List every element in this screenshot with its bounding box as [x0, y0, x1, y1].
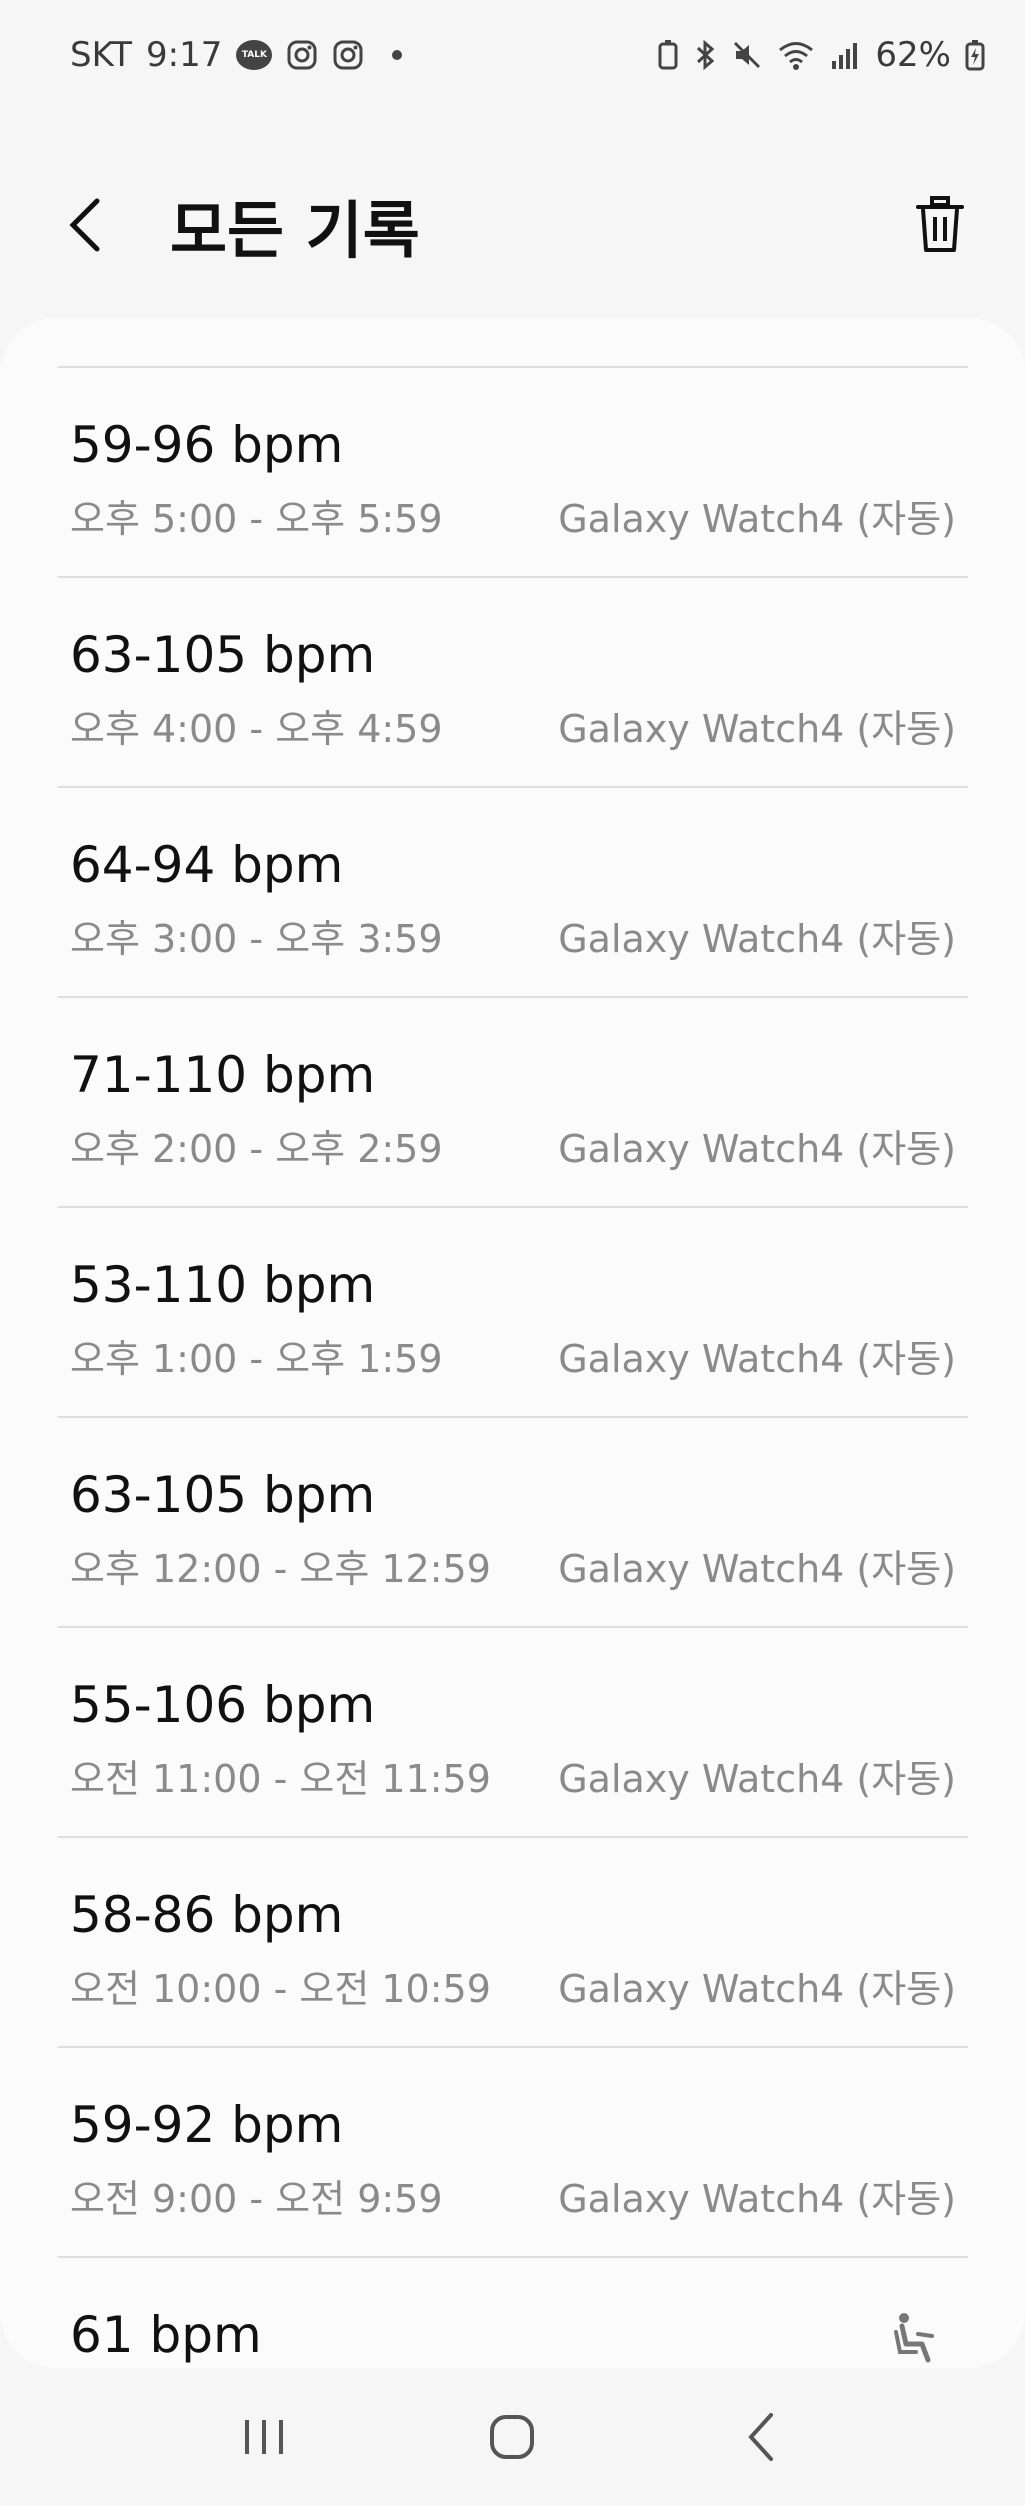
mute-icon — [731, 39, 763, 71]
record-bpm: 63-105 bpm — [70, 626, 376, 684]
seated-person-icon — [892, 2312, 940, 2368]
record-item[interactable]: 55-106 bpm 오전 11:00 - 오전 11:59 Galaxy Wa… — [58, 1628, 968, 1838]
record-bpm: 63-105 bpm — [70, 1466, 376, 1524]
back-arrow-icon — [69, 198, 100, 252]
record-device: Galaxy Watch4 (자동) — [558, 1547, 956, 1591]
bluetooth-icon — [693, 39, 717, 71]
notification-dot-icon — [392, 50, 403, 60]
record-time: 오후 5:00 - 오후 5:59 — [70, 497, 443, 541]
battery-charging-icon — [965, 39, 985, 71]
record-device: Galaxy Watch4 (자동) — [558, 1337, 956, 1381]
battery-percent: 62% — [875, 35, 951, 75]
record-item[interactable]: 61 bpm — [58, 2258, 968, 2368]
clock: 9:17 — [146, 35, 223, 75]
record-device: Galaxy Watch4 (자동) — [558, 1757, 956, 1801]
instagram-icon — [286, 39, 318, 71]
record-time: 오후 3:00 - 오후 3:59 — [70, 917, 443, 961]
record-bpm: 53-110 bpm — [70, 1256, 376, 1314]
signal-icon — [829, 39, 861, 71]
record-bpm: 58-86 bpm — [70, 1886, 344, 1944]
battery-saver-icon — [657, 39, 679, 71]
record-device: Galaxy Watch4 (자동) — [558, 917, 956, 961]
kakaotalk-icon: TALK — [236, 40, 273, 70]
nav-back-icon — [748, 2413, 773, 2461]
record-item[interactable]: 53-110 bpm 오후 1:00 - 오후 1:59 Galaxy Watc… — [58, 1208, 968, 1418]
record-device: Galaxy Watch4 (자동) — [558, 707, 956, 751]
record-device: Galaxy Watch4 (자동) — [558, 1967, 956, 2011]
status-bar: SKT 9:17 TALK 62% — [0, 0, 1025, 110]
talk-text: TALK — [236, 40, 273, 70]
status-left: SKT 9:17 TALK — [70, 35, 403, 75]
record-time: 오전 10:00 - 오전 10:59 — [70, 1967, 491, 2011]
record-time: 오후 1:00 - 오후 1:59 — [70, 1337, 443, 1381]
record-device: Galaxy Watch4 (자동) — [558, 2177, 956, 2221]
navigation-bar — [0, 2368, 1025, 2506]
records-card[interactable]: 59-96 bpm 오후 5:00 - 오후 5:59 Galaxy Watch… — [0, 318, 1025, 2368]
wifi-icon — [777, 39, 815, 71]
record-bpm: 55-106 bpm — [70, 1676, 376, 1734]
record-item[interactable]: 58-86 bpm 오전 10:00 - 오전 10:59 Galaxy Wat… — [58, 1838, 968, 2048]
record-time: 오후 2:00 - 오후 2:59 — [70, 1127, 443, 1171]
record-time: 오전 9:00 - 오전 9:59 — [70, 2177, 443, 2221]
record-bpm: 59-96 bpm — [70, 416, 344, 474]
record-time: 오후 12:00 - 오후 12:59 — [70, 1547, 491, 1591]
instagram-icon — [332, 39, 364, 71]
delete-button[interactable] — [895, 180, 985, 270]
status-right: 62% — [657, 35, 985, 75]
recent-apps-icon — [245, 2420, 284, 2454]
record-time: 오후 4:00 - 오후 4:59 — [70, 707, 443, 751]
home-icon — [490, 2415, 535, 2459]
home-button[interactable] — [462, 2387, 562, 2487]
page-title: 모든 기록 — [170, 194, 420, 267]
app-header: 모든 기록 — [0, 150, 1025, 300]
recent-apps-button[interactable] — [214, 2387, 314, 2487]
record-item[interactable]: 71-110 bpm 오후 2:00 - 오후 2:59 Galaxy Watc… — [58, 998, 968, 1208]
record-bpm: 59-92 bpm — [70, 2096, 344, 2154]
carrier-label: SKT — [70, 35, 133, 75]
record-item[interactable]: 63-105 bpm 오후 4:00 - 오후 4:59 Galaxy Watc… — [58, 578, 968, 788]
nav-back-button[interactable] — [711, 2387, 811, 2487]
record-item[interactable]: 63-105 bpm 오후 12:00 - 오후 12:59 Galaxy Wa… — [58, 1418, 968, 1628]
record-time: 오전 11:00 - 오전 11:59 — [70, 1757, 491, 1801]
record-item[interactable]: 59-96 bpm 오후 5:00 - 오후 5:59 Galaxy Watch… — [58, 368, 968, 578]
trash-icon — [916, 196, 964, 252]
back-button[interactable] — [40, 180, 130, 270]
record-bpm: 71-110 bpm — [70, 1046, 376, 1104]
record-bpm: 61 bpm — [70, 2306, 262, 2364]
record-item[interactable]: 64-94 bpm 오후 3:00 - 오후 3:59 Galaxy Watch… — [58, 788, 968, 998]
record-device: Galaxy Watch4 (자동) — [558, 497, 956, 541]
record-item[interactable]: 59-92 bpm 오전 9:00 - 오전 9:59 Galaxy Watch… — [58, 2048, 968, 2258]
record-bpm: 64-94 bpm — [70, 836, 344, 894]
record-device: Galaxy Watch4 (자동) — [558, 1127, 956, 1171]
